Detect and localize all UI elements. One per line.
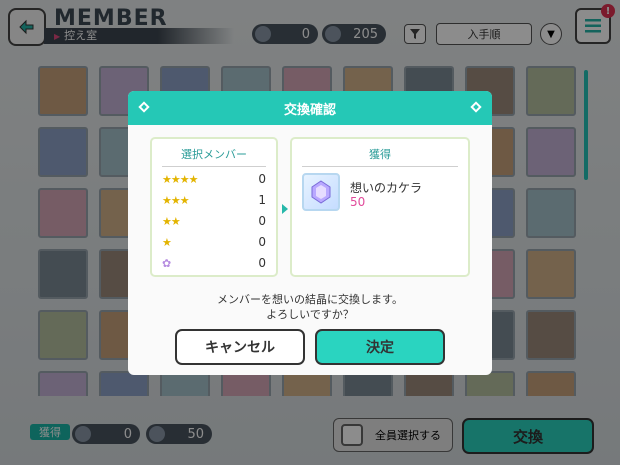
dialog-title: 交換確認: [283, 102, 336, 118]
reward-name: 想いのカケラ: [350, 181, 423, 195]
rarity-count: 0: [258, 214, 266, 228]
rarity-row: ✿ 0: [162, 255, 266, 271]
rarity-row: ★★★ 1: [162, 192, 266, 208]
panel-title: 選択メンバー: [181, 148, 247, 161]
divider: [302, 166, 458, 167]
diamond-ornament-icon: [470, 101, 482, 113]
confirm-button[interactable]: 決定: [315, 329, 445, 365]
crystal-icon: [302, 173, 340, 211]
reward-quantity: 50: [350, 195, 366, 209]
flower-icon: ✿: [162, 256, 171, 270]
rarity-count: 0: [258, 256, 266, 270]
star-icon: ★★★: [162, 193, 190, 207]
rarity-count: 0: [258, 235, 266, 249]
rarity-count: 1: [258, 193, 266, 207]
selected-members-panel: 選択メンバー ★★★★ 0 ★★★ 1 ★★ 0 ★ 0 ✿ 0: [150, 137, 278, 277]
star-icon: ★: [162, 235, 172, 249]
rarity-row: ★★ 0: [162, 213, 266, 229]
divider: [162, 166, 266, 167]
rarity-row: ★ 0: [162, 234, 266, 250]
panel-title: 獲得: [369, 148, 391, 161]
diamond-ornament-icon: [138, 101, 150, 113]
rarity-count: 0: [258, 172, 266, 186]
star-icon: ★★: [162, 214, 181, 228]
arrow-right-icon: [282, 204, 288, 214]
confirm-message-line2: よろしいですか？: [266, 308, 354, 321]
cancel-button[interactable]: キャンセル: [175, 329, 305, 365]
rarity-row: ★★★★ 0: [162, 171, 266, 187]
reward-panel: 獲得 想いのカケラ 50: [290, 137, 470, 277]
confirm-message-line1: メンバーを想いの結晶に交換します。: [217, 293, 403, 306]
exchange-confirm-dialog: 交換確認 選択メンバー ★★★★ 0 ★★★ 1 ★★ 0 ★ 0 ✿ 0 獲得 想いのカ…: [128, 91, 492, 375]
star-icon: ★★★★: [162, 172, 198, 186]
dialog-header: 交換確認: [128, 91, 492, 125]
